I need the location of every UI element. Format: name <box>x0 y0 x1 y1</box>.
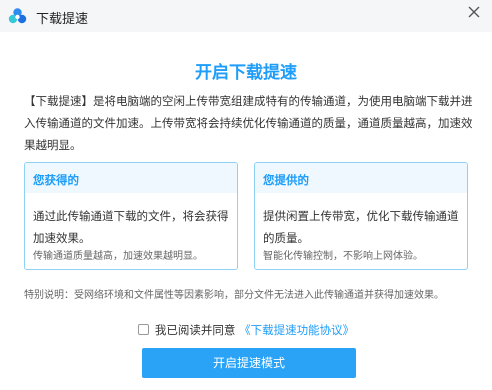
contribution-card-title: 您提供的 <box>255 163 467 193</box>
title-bar: 下载提速 <box>0 0 492 32</box>
enable-speedup-button[interactable]: 开启提速模式 <box>142 348 356 378</box>
agreement-checkbox[interactable] <box>137 324 149 335</box>
contribution-card-body: 提供闲置上传带宽，优化下载传输通道的质量。 <box>263 209 459 245</box>
agreement-link[interactable]: 《下载提速功能协议》 <box>239 323 354 337</box>
contribution-card: 您提供的 提供闲置上传带宽，优化下载传输通道的质量。 智能化传输控制，不影响上网… <box>254 162 468 270</box>
cloud-logo-icon <box>8 8 27 24</box>
special-note: 特别说明：受网络环境和文件属性等因素影响，部分文件无法进入此传输通道并获得加速效… <box>24 290 444 301</box>
benefit-card-body: 通过此传输通道下载的文件，将会获得加速效果。 <box>33 209 229 245</box>
window-title: 下载提速 <box>36 12 89 27</box>
close-icon[interactable] <box>466 4 482 20</box>
feature-description: 【下载提速】是将电脑端的空闲上传带宽组建成特有的传输通道，为使用电脑端下载并进入… <box>24 94 473 152</box>
benefit-card-title: 您获得的 <box>25 163 237 193</box>
benefit-card: 您获得的 通过此传输通道下载的文件，将会获得加速效果。 传输通道质量越高，加速效… <box>24 162 238 270</box>
agreement-label: 我已阅读并同意 <box>154 323 236 337</box>
benefit-card-note: 传输通道质量越高，加速效果越明显。 <box>33 251 203 262</box>
page-heading: 开启下载提速 <box>195 63 297 83</box>
agreement-row: 我已阅读并同意 《下载提速功能协议》 <box>0 322 492 338</box>
contribution-card-note: 智能化传输控制，不影响上网体验。 <box>263 251 423 262</box>
